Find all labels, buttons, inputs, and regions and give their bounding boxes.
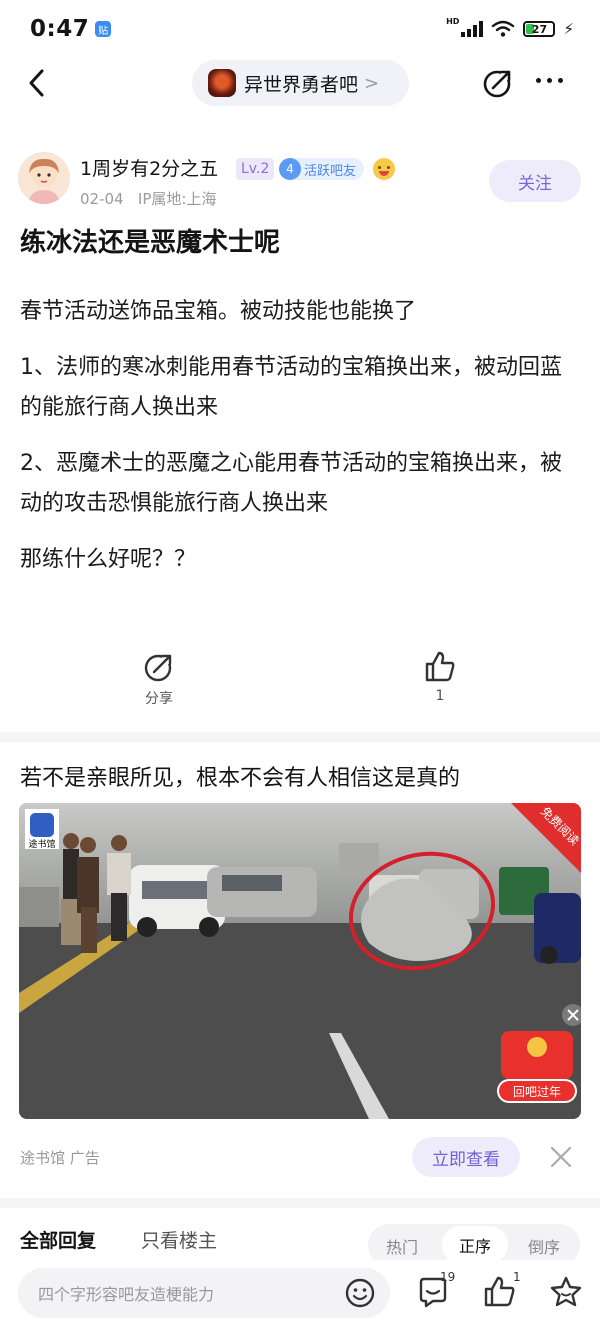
author-row: 1周岁有2分之五 Lv.2 4 活跃吧友 02-04 IP属地:上海 关注 — [0, 150, 600, 210]
like-count-bottom: 1 — [513, 1270, 521, 1284]
ip-location: IP属地:上海 — [137, 190, 217, 208]
battery-icon: 27 — [523, 21, 556, 37]
sort-ascending[interactable]: 正序 — [442, 1226, 508, 1264]
star-icon[interactable] — [548, 1274, 584, 1310]
ad-title[interactable]: 若不是亲眼所见，根本不会有人相信这是真的 — [20, 760, 460, 792]
signal-icon — [461, 21, 484, 37]
bottom-bar: 四个字形容吧友造梗能力 19 1 — [0, 1260, 600, 1333]
nav-bar: 异世界勇者吧 > — [0, 58, 600, 108]
ad-view-button[interactable]: 立即查看 — [412, 1137, 520, 1177]
sort-hot[interactable]: 热门 — [386, 1234, 418, 1258]
hd-label: HD — [446, 16, 460, 26]
like-action[interactable]: 1 — [423, 650, 457, 704]
status-indicators: HD 27 ⚡ — [446, 16, 574, 39]
close-icon[interactable] — [550, 1146, 572, 1168]
active-member-label: 活跃吧友 — [304, 163, 357, 179]
like-count: 1 — [435, 688, 445, 704]
share-action[interactable]: 分享 — [142, 650, 176, 708]
more-icon[interactable] — [536, 78, 563, 83]
ad-image[interactable]: 途书馆 免费阅读 回吧过年 — [19, 803, 581, 1119]
diamond-icon: 4 — [279, 158, 301, 180]
post-paragraph: 2、恶魔术士的恶魔之心能用春节活动的宝箱换出来，被动的攻击恐惧能旅行商人换出来 — [20, 451, 562, 516]
emoji-face-icon — [373, 158, 395, 180]
share-icon — [144, 652, 174, 682]
charging-icon: ⚡ — [563, 20, 574, 38]
share-icon[interactable] — [481, 66, 515, 100]
wifi-icon — [492, 20, 515, 37]
emoji-icon[interactable] — [344, 1277, 376, 1309]
post-title: 练冰法还是恶魔术士呢 — [20, 228, 281, 258]
comment-input[interactable]: 四个字形容吧友造梗能力 — [18, 1268, 390, 1318]
post-meta: 02-04 IP属地:上海 — [80, 188, 216, 209]
chevron-right-icon: > — [364, 72, 380, 94]
divider — [0, 1198, 600, 1208]
post-actions: 分享 1 — [0, 650, 600, 714]
ad-promo-label: 回吧过年 — [513, 1085, 561, 1099]
avatar[interactable] — [18, 152, 70, 204]
post-date: 02-04 — [80, 190, 124, 208]
author-name[interactable]: 1周岁有2分之五 — [80, 154, 218, 181]
sort-descending[interactable]: 倒序 — [528, 1234, 560, 1258]
post-paragraph: 1、法师的寒冰刺能用春节活动的宝箱换出来，被动回蓝的能旅行商人换出来 — [20, 355, 562, 420]
post-body: 春节活动送饰品宝箱。被动技能也能换了 1、法师的寒冰刺能用春节活动的宝箱换出来，… — [20, 292, 580, 596]
status-bar: 0:47 贴 HD 27 ⚡ — [0, 0, 600, 58]
comment-count: 19 — [440, 1270, 456, 1284]
ad-source: 途书馆 广告 — [20, 1149, 100, 1167]
reply-tabs: 全部回复 只看楼主 热门 正序 倒序 — [0, 1220, 600, 1266]
forum-avatar — [208, 69, 236, 97]
status-time: 0:47 — [30, 16, 90, 42]
thumbs-up-icon — [425, 651, 455, 682]
post-paragraph: 春节活动送饰品宝箱。被动技能也能换了 — [20, 299, 417, 324]
tieba-notification-icon: 贴 — [95, 21, 112, 37]
post-paragraph: 那练什么好呢？？ — [20, 547, 197, 572]
tab-all-replies[interactable]: 全部回复 — [20, 1226, 96, 1253]
divider — [0, 732, 600, 742]
share-label: 分享 — [145, 691, 173, 707]
forum-name: 异世界勇者吧 — [244, 73, 359, 96]
level-badge: Lv.2 — [236, 158, 275, 180]
follow-button[interactable]: 关注 — [489, 160, 581, 202]
forum-link[interactable]: 异世界勇者吧 > — [192, 60, 409, 106]
ad-logo-text: 途书馆 — [28, 838, 55, 850]
active-member-badge: 4 活跃吧友 — [279, 158, 365, 180]
battery-level: 27 — [531, 22, 548, 36]
back-icon[interactable] — [22, 66, 52, 100]
tab-op-only[interactable]: 只看楼主 — [141, 1226, 217, 1253]
